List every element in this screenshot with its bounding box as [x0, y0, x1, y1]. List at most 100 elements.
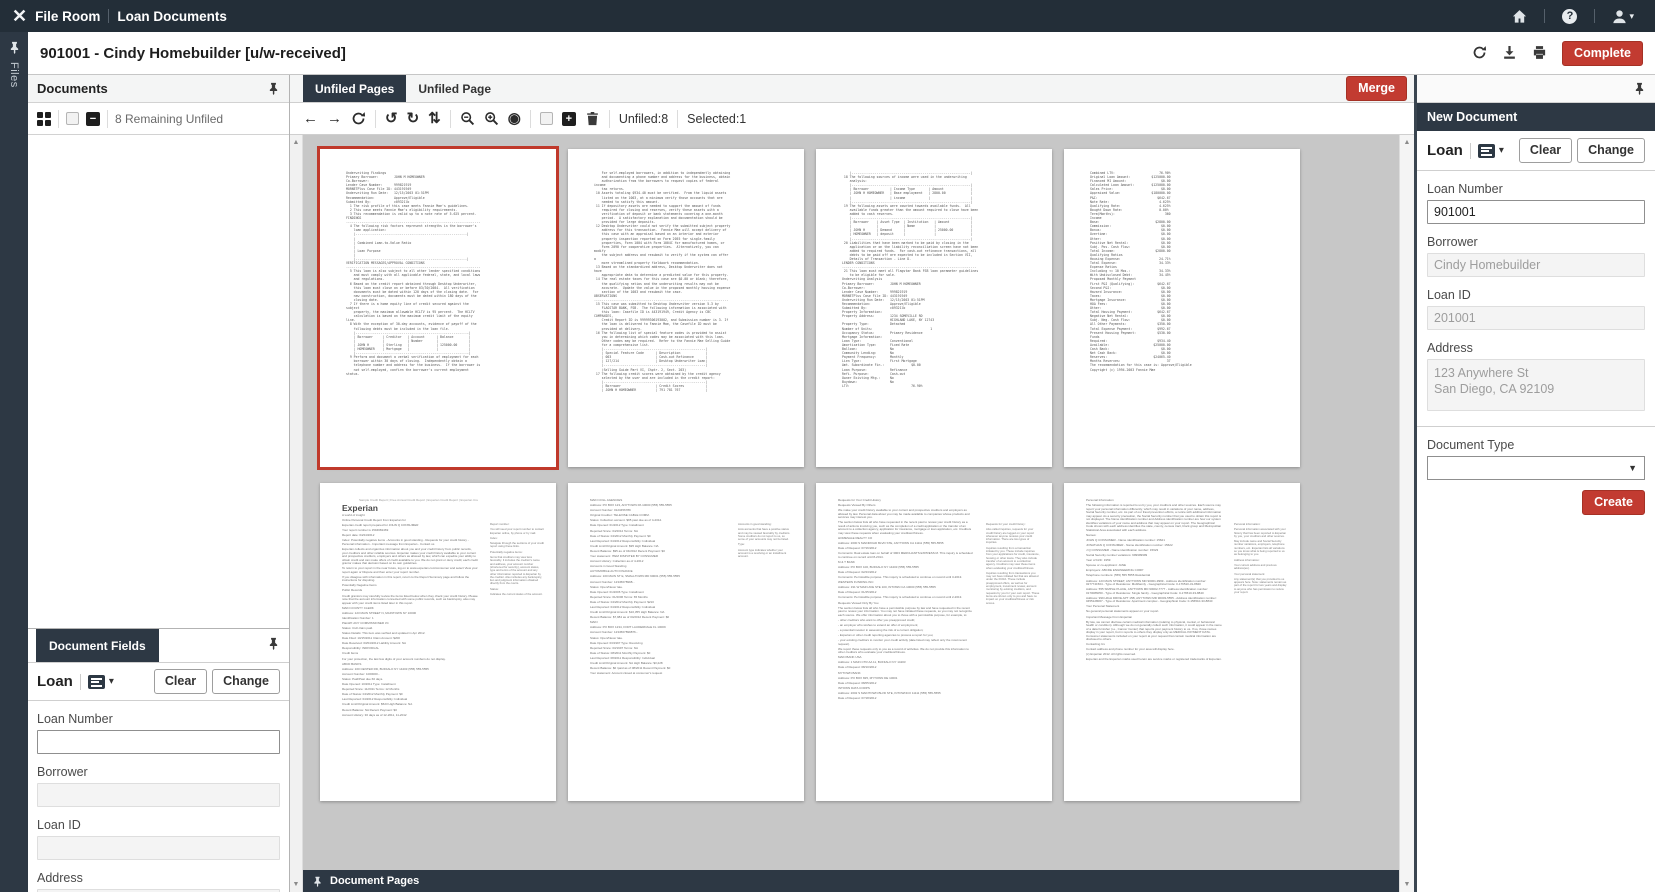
page-text-line: Any statement(s) that you provided to us…: [1234, 578, 1288, 594]
change-button[interactable]: Change: [212, 669, 280, 694]
document-pages-bar[interactable]: Document Pages: [303, 870, 1399, 892]
left-scrollbar[interactable]: ▲ ▼: [290, 135, 303, 892]
right-scrollbar[interactable]: ▲ ▼: [1399, 135, 1414, 892]
select-pages-checkbox[interactable]: [540, 112, 553, 125]
complete-button[interactable]: Complete: [1562, 41, 1643, 66]
page-thumbnail-1[interactable]: Underwriting FindingsPrimary Borrower: J…: [320, 149, 556, 467]
delete-page-button[interactable]: [585, 110, 600, 128]
page-text-line: - an employer who wishes to extend an of…: [838, 624, 974, 628]
page-text-line: Account Number: 0123456789: [590, 509, 726, 513]
grid-view-icon[interactable]: [37, 112, 51, 126]
rotate-left-button[interactable]: ↺: [385, 111, 398, 126]
page-text-line: Your statement: Account closed at consum…: [590, 672, 726, 676]
page-thumbnail-8[interactable]: Personal InformationThe following inform…: [1064, 483, 1300, 801]
zoom-in-button[interactable]: [484, 110, 499, 128]
page-text-line: - your existing creditors to monitor you…: [838, 639, 974, 646]
refresh-button[interactable]: [1472, 44, 1487, 62]
page-text-line: Credit Limit/Original Amount: NA High Ba…: [590, 662, 726, 666]
tab-unfiled-page[interactable]: Unfiled Page: [406, 75, 503, 102]
unfiled-pages-canvas: Underwriting FindingsPrimary Borrower: J…: [303, 135, 1399, 870]
page-text-line: Important Message From Experian: [1086, 616, 1222, 620]
page-text-line: Address: 191 W MAIN AVE STE 100, INTOWN …: [838, 586, 974, 590]
help-button[interactable]: ?: [1553, 9, 1586, 24]
page-text-line: We make your credit history available to…: [838, 509, 974, 520]
download-button[interactable]: [1502, 44, 1517, 62]
document-type-select[interactable]: ▼: [1427, 456, 1645, 480]
change-button[interactable]: Change: [1577, 138, 1645, 163]
right-panel-pin-row: [1417, 75, 1655, 103]
new-document-form: Loan Number 901001 Borrower Cindy Homebu…: [1417, 171, 1655, 892]
pin-icon[interactable]: [8, 41, 21, 54]
clear-button[interactable]: Clear: [154, 669, 207, 694]
loan-list-icon[interactable]: [88, 675, 105, 689]
page-text-line: Address: 123 MAIN STREET, ANYTOWN MD 900…: [1086, 580, 1222, 587]
page-thumbnail-3[interactable]: |---------------------------------------…: [816, 149, 1052, 467]
sidebar-tab-files[interactable]: Files: [8, 62, 20, 88]
page-text-line: Account History: Collection as of 4-2012: [590, 560, 726, 564]
scroll-up-button[interactable]: ▲: [1404, 139, 1411, 146]
scroll-down-button[interactable]: ▼: [293, 881, 300, 888]
user-menu-button[interactable]: ▾: [1603, 9, 1643, 24]
zoom-out-button[interactable]: [460, 110, 475, 128]
home-button[interactable]: [1503, 9, 1536, 24]
loan-number-input[interactable]: 901001: [1427, 200, 1645, 224]
refresh-button[interactable]: [351, 110, 366, 128]
page-text-line: We report these requests only to you as …: [838, 648, 974, 655]
tab-unfiled-pages[interactable]: Unfiled Pages: [303, 75, 406, 102]
pin-icon[interactable]: [267, 82, 280, 95]
sort-button[interactable]: ⇅: [428, 111, 441, 126]
documents-panel-title: Documents: [37, 81, 108, 96]
page-text-line: Date of Request: 01/25/2012: [838, 591, 974, 595]
page-thumbnail-2[interactable]: For self-employed borrowers, in addition…: [568, 149, 804, 467]
loan-list-icon[interactable]: [1478, 144, 1495, 158]
thumbnails-grid: Underwriting FindingsPrimary Borrower: J…: [320, 149, 1399, 801]
divider: [375, 110, 376, 128]
page-text-line: HOMESALE REALTY CO: [838, 537, 974, 541]
loan-number-input[interactable]: [37, 730, 280, 754]
select-all-checkbox[interactable]: [66, 112, 79, 125]
page-text-line: - Experian or other credit reporting age…: [838, 634, 974, 638]
page-text-line: Address: 1 MAIN CTR AA 11, BUFFALO NY 14…: [838, 661, 974, 665]
collapse-all-button[interactable]: −: [86, 112, 100, 126]
file-header: 901001 - Cindy Homebuilder [u/w-received…: [28, 32, 1655, 75]
page-text-line: Date of Request: 08/10/2012: [838, 666, 974, 670]
page-text-line: Social Security number variations: 99999…: [1086, 554, 1222, 558]
tab-document-fields[interactable]: Document Fields: [36, 629, 159, 662]
page-thumbnail-5[interactable]: Sample Credit Report | Free Annual Credi…: [320, 483, 556, 801]
page-text-line: Address: 2002 S MAINTOWN BLVD STE, INTOW…: [838, 692, 974, 696]
app-title: File Room: [35, 9, 100, 24]
page-text-line: Recent Balance: NA Recent Payment: $0: [342, 709, 478, 713]
page-text-line: Address: PO BOX 1234, FORT LAUDERDALE FL…: [590, 626, 726, 630]
page-text-line: Date of Request: 02/23/2012: [838, 571, 974, 575]
add-page-button[interactable]: +: [562, 112, 576, 126]
chevron-down-icon: ▾: [1629, 11, 1634, 22]
page-text-line: Credit Limit/Original Amount: $523 High …: [342, 703, 478, 707]
page-text-line: Your statement: ITEM DISPUTED BY CONSUME…: [590, 555, 726, 559]
print-button[interactable]: [1532, 44, 1547, 62]
pin-icon: [312, 876, 323, 887]
back-button[interactable]: ←: [303, 111, 318, 126]
clear-button[interactable]: Clear: [1519, 138, 1572, 163]
page-text-line: Plaintiff: ANY COMMISSIONER I/C: [342, 622, 478, 626]
create-button[interactable]: Create: [1582, 490, 1645, 515]
page-text-line: MAIN COUNTY CLERK: [342, 607, 478, 611]
forward-button[interactable]: →: [327, 111, 342, 126]
pin-icon[interactable]: [267, 637, 280, 650]
page-thumbnail-4[interactable]: Combined LTV: 76.90%Original Loan Amount…: [1064, 149, 1300, 467]
page-text-line: Date Opened: 01/2012 Type: Installment: [590, 524, 726, 528]
page-text-line: Date Resolved: 03/04/2012 Liability Amou…: [342, 642, 478, 646]
page-text-line: Online Personal Credit Report from Exper…: [342, 519, 478, 523]
page-text-line: Status: Paid/Past due 60 days.: [342, 678, 478, 682]
page-text-line: Spouse or co-applicant: JANE: [1086, 564, 1222, 568]
scroll-down-button[interactable]: ▼: [1404, 881, 1411, 888]
fit-target-button[interactable]: ◉: [508, 111, 521, 126]
scroll-up-button[interactable]: ▲: [293, 139, 300, 146]
loan-id-label: Loan ID: [1427, 288, 1645, 302]
pin-icon[interactable]: [1633, 80, 1646, 98]
divider: [58, 110, 59, 128]
page-thumbnail-7[interactable]: Requests for Your Credit HistoryRequests…: [816, 483, 1052, 801]
page-text-line: Address: 2000 S MAINROAD BLVD STE, ANYTO…: [838, 542, 974, 546]
page-thumbnail-6[interactable]: MAIN COLL AGENCIESAddress: PO BOX 123, A…: [568, 483, 804, 801]
rotate-right-button[interactable]: ↻: [407, 111, 420, 126]
merge-button[interactable]: Merge: [1346, 76, 1407, 101]
